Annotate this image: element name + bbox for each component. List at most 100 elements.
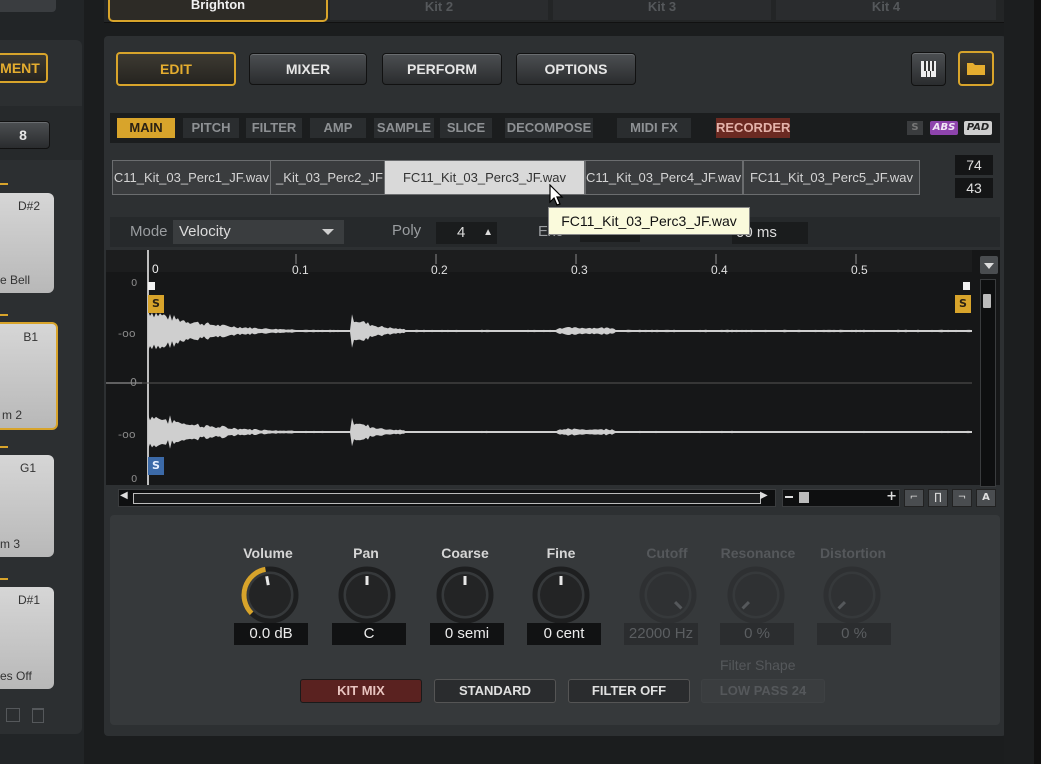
tab-amp[interactable]: AMP (310, 118, 366, 138)
trash-icon[interactable] (32, 708, 44, 723)
ruler-tick: 0 (152, 262, 159, 276)
zoom-out-icon[interactable] (785, 496, 793, 498)
filter-off-button[interactable]: FILTER OFF (568, 679, 690, 703)
stepper-icon[interactable]: ▲ (483, 222, 493, 244)
tab-main[interactable]: MAIN (117, 118, 175, 138)
pad-b1[interactable]: B1 m 2 (0, 322, 58, 430)
fine-label: Fine (546, 545, 576, 561)
coarse-value[interactable]: 0 semi (430, 623, 504, 645)
sample-start-marker[interactable]: S (148, 295, 164, 313)
cutoff-label: Cutoff (646, 545, 688, 561)
distortion-knob[interactable] (823, 566, 881, 624)
save-icon[interactable] (6, 708, 20, 722)
kit-tab-brighton[interactable]: Brighton (108, 0, 328, 22)
zoom-thumb[interactable] (799, 492, 809, 503)
end-handle[interactable] (963, 282, 970, 290)
waveform-menu-button[interactable] (980, 256, 998, 274)
mode-select[interactable]: Velocity (173, 220, 344, 244)
volume-label: Volume (243, 545, 293, 561)
standard-button[interactable]: STANDARD (434, 679, 556, 703)
perform-button[interactable]: PERFORM (382, 53, 502, 85)
loop-start-marker[interactable]: S (148, 457, 164, 475)
vertical-zoom-scroll[interactable] (980, 279, 996, 487)
window-border (1034, 0, 1041, 764)
fine-value[interactable]: 0 cent (527, 623, 601, 645)
ruler-tick: 0.1 (292, 263, 309, 277)
marker-right-icon[interactable]: ¬ (952, 489, 972, 507)
folder-icon[interactable] (958, 51, 994, 86)
ruler-tick: 0.5 (851, 263, 868, 277)
low-pass-24-button[interactable]: LOW PASS 24 (701, 679, 825, 703)
cutoff-value[interactable]: 22000 Hz (624, 623, 698, 645)
marker-left-icon[interactable]: ⌐ (904, 489, 924, 507)
pan-label: Pan (353, 545, 379, 561)
number-field[interactable]: 8 (0, 121, 50, 149)
tab-recorder[interactable]: RECORDER (716, 118, 790, 138)
marker-both-icon[interactable]: ∏ (928, 489, 948, 507)
tab-pitch[interactable]: PITCH (183, 118, 239, 138)
cutoff-knob[interactable] (639, 566, 697, 624)
sample-slot-1[interactable]: C11_Kit_03_Perc1_JF.wav (112, 160, 272, 195)
pad-d-sharp-2[interactable]: D#2 e Bell (0, 193, 54, 293)
chevron-down-icon (322, 229, 334, 235)
pad-name: m 3 (0, 537, 21, 551)
abs-toggle[interactable]: ABS (930, 121, 958, 135)
scroll-thumb[interactable] (133, 493, 761, 504)
sample-slot-2[interactable]: _Kit_03_Perc2_JF (270, 160, 386, 195)
auto-zoom-button[interactable]: A (976, 489, 996, 507)
volume-value[interactable]: 0.0 dB (234, 623, 308, 645)
sample-end-marker[interactable]: S (955, 295, 971, 313)
start-handle[interactable] (148, 282, 155, 290)
mixer-button[interactable]: MIXER (249, 53, 367, 85)
scroll-right-icon[interactable]: ▶ (760, 490, 768, 501)
volume-knob[interactable] (241, 566, 299, 624)
instrument-button[interactable]: MENT (0, 53, 48, 83)
pad-note: G1 (19, 461, 36, 475)
scroll-left-icon[interactable]: ◀ (120, 490, 128, 501)
pad-name: e Bell (0, 273, 31, 287)
sample-slot-4[interactable]: C11_Kit_03_Perc4_JF.wav (585, 160, 743, 195)
options-button[interactable]: OPTIONS (516, 53, 636, 85)
chevron-down-icon (984, 263, 994, 269)
poly-field[interactable]: 4 ▲ (436, 222, 497, 244)
kit-tab-4[interactable]: Kit 4 (776, 0, 996, 20)
pad-d-sharp-1[interactable]: D#1 es Off (0, 587, 54, 689)
fine-knob[interactable] (532, 566, 590, 624)
velocity-low[interactable]: 43 (955, 178, 993, 198)
db-tick: 0 (130, 376, 137, 389)
pan-value[interactable]: C (332, 623, 406, 645)
pad-name: es Off (0, 669, 32, 683)
solo-toggle[interactable]: S (907, 121, 923, 135)
keyboard-icon[interactable] (911, 52, 946, 86)
filter-shape-label: Filter Shape (720, 657, 796, 673)
velocity-high[interactable]: 74 (955, 155, 993, 175)
edit-button[interactable]: EDIT (116, 52, 236, 86)
ruler-tick: 0.4 (711, 263, 728, 277)
coarse-label: Coarse (441, 545, 489, 561)
kit-mix-button[interactable]: KIT MIX (300, 679, 422, 703)
resonance-value[interactable]: 0 % (720, 623, 794, 645)
tab-slice[interactable]: SLICE (440, 118, 492, 138)
sample-slot-5[interactable]: FC11_Kit_03_Perc5_JF.wav (743, 160, 920, 195)
pan-knob[interactable] (338, 566, 396, 624)
vertical-zoom-thumb[interactable] (983, 294, 991, 308)
tab-decompose[interactable]: DECOMPOSE (505, 118, 593, 138)
tab-midi-fx[interactable]: MIDI FX (617, 118, 691, 138)
distortion-value[interactable]: 0 % (817, 623, 891, 645)
pad-g1[interactable]: G1 m 3 (0, 455, 54, 557)
zoom-slider[interactable]: + (782, 489, 900, 507)
tab-sample[interactable]: SAMPLE (374, 118, 434, 138)
left-top-button[interactable] (0, 0, 56, 12)
horizontal-scrollbar[interactable] (118, 489, 776, 507)
coarse-knob[interactable] (436, 566, 494, 624)
tooltip: FC11_Kit_03_Perc3_JF.wav (548, 207, 750, 235)
kit-tab-3[interactable]: Kit 3 (553, 0, 771, 20)
resonance-knob[interactable] (727, 566, 785, 624)
zoom-in-icon[interactable]: + (886, 489, 897, 504)
db-tick: 0 (131, 474, 138, 485)
kit-tab-2[interactable]: Kit 2 (330, 0, 548, 20)
tab-filter[interactable]: FILTER (246, 118, 302, 138)
resonance-label: Resonance (720, 545, 796, 561)
pad-toggle[interactable]: PAD (964, 121, 992, 135)
mode-value: Velocity (179, 223, 231, 240)
